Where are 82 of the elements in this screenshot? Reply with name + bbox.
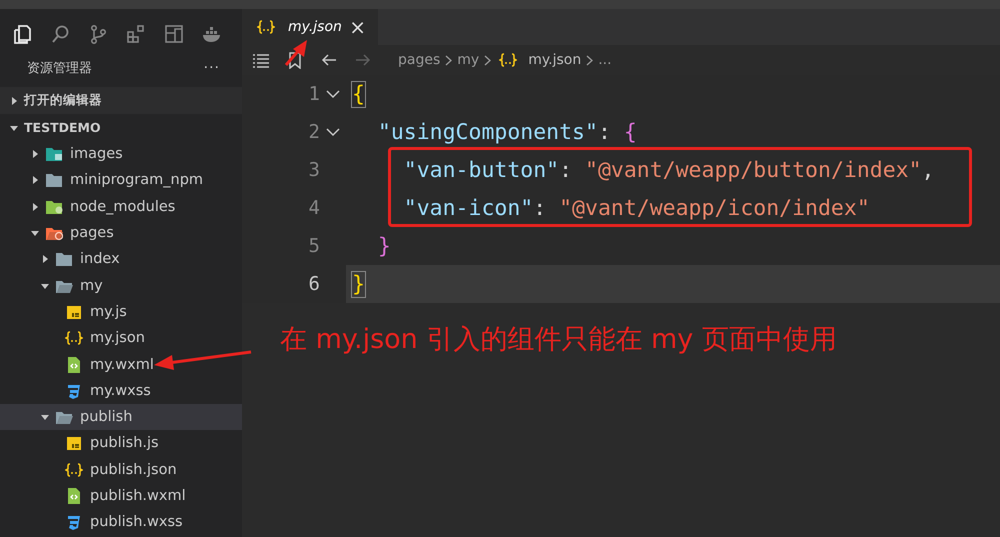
chevron-icon [586, 54, 594, 66]
file-name: publish [80, 409, 132, 426]
breadcrumb-link[interactable]: ... [598, 52, 612, 68]
code-line: } [376, 232, 392, 260]
file-name: publish.js [90, 435, 159, 452]
file-name: publish.wxss [90, 514, 183, 530]
panel-icon[interactable] [164, 24, 184, 44]
json-file-icon [65, 329, 83, 348]
line-number: 4 [308, 197, 320, 219]
js-file-icon [65, 434, 83, 452]
folder-icon [55, 250, 73, 268]
tree-item[interactable]: my.js [0, 298, 242, 326]
tree-item[interactable]: my [0, 272, 242, 299]
file-name: publish.json [90, 462, 177, 478]
caret-right-icon[interactable] [31, 150, 39, 158]
code-file-icon [65, 487, 83, 505]
editor-tab[interactable]: my.json × [242, 9, 378, 45]
tree-item[interactable]: publish [0, 404, 242, 430]
line-number: 1 [308, 83, 320, 105]
file-name: my.js [90, 304, 127, 320]
caret-down-icon[interactable] [41, 413, 49, 422]
tree-item[interactable]: publish.wxml [0, 482, 242, 510]
file-name: pages [70, 225, 114, 242]
tree-item[interactable]: miniprogram_npm [0, 167, 242, 194]
folder-icon [45, 145, 63, 164]
chevron-icon [445, 54, 452, 66]
code-line: "van-icon": "@vant/weapp/icon/index" [402, 194, 871, 222]
file-name: images [70, 146, 123, 162]
breadcrumb-link[interactable]: my [457, 52, 480, 68]
caret-right-icon[interactable] [31, 202, 39, 211]
caret-right-icon[interactable] [31, 176, 39, 184]
file-name: my [80, 278, 103, 294]
arrow [284, 40, 307, 66]
breadcrumb-link[interactable]: my.json [496, 51, 582, 69]
tree-item[interactable]: publish.json [0, 456, 242, 483]
file-name: index [80, 251, 120, 268]
section-header[interactable]: TESTDEMO [24, 120, 101, 135]
line-number: 3 [308, 159, 320, 181]
tree-item[interactable]: my.wxss [0, 378, 242, 404]
tree-item[interactable]: pages [0, 220, 242, 246]
file-name: node_modules [70, 198, 176, 215]
css-file-icon [65, 513, 83, 532]
line-number: 5 [308, 235, 320, 257]
breadcrumb-link[interactable]: pages [398, 52, 440, 68]
files-icon[interactable] [12, 24, 32, 44]
tree-item[interactable]: publish.js [0, 430, 242, 457]
tree-item[interactable]: publish.wxss [0, 509, 242, 536]
code-line: { [351, 80, 366, 108]
branch-icon[interactable] [88, 24, 108, 44]
folder-icon [45, 171, 63, 190]
tree-item[interactable]: my.json [0, 325, 242, 352]
json-file-icon [499, 51, 518, 69]
search-icon[interactable] [50, 24, 70, 44]
chevron-icon [484, 54, 492, 66]
file-name: my.json [90, 330, 145, 346]
sidebar-title: 资源管理器 [27, 60, 92, 77]
caret-down-icon[interactable] [31, 229, 39, 238]
caret-right-icon[interactable] [41, 255, 49, 264]
caret-right-icon[interactable] [10, 96, 18, 104]
code-line: "van-button": "@vant/weapp/button/index", [402, 156, 936, 184]
fold-chevron-icon[interactable] [326, 128, 340, 136]
tree-item[interactable]: index [0, 246, 242, 272]
line-number: 2 [308, 121, 320, 143]
caret-down-icon[interactable] [41, 282, 49, 290]
fold-chevron-icon[interactable] [326, 90, 340, 98]
code-file-icon [65, 356, 83, 374]
more-button[interactable]: ··· [204, 60, 220, 76]
blocks-icon[interactable] [126, 24, 146, 44]
file-name: miniprogram_npm [70, 172, 204, 188]
caret-down-icon[interactable] [10, 124, 18, 132]
file-name: publish.wxml [90, 488, 186, 504]
annotation-text: 在 my.json 引入的组件只能在 my 页面中使用 [279, 323, 838, 357]
close-button[interactable]: × [349, 17, 366, 37]
json-file-icon [257, 18, 275, 36]
tree-item[interactable]: my.wxml [0, 351, 242, 378]
code-line: "usingComponents": { [376, 118, 638, 146]
tree-item[interactable]: images [0, 141, 242, 168]
json-file-icon [65, 460, 83, 479]
tree-item[interactable]: node_modules [0, 194, 242, 220]
file-name: my.wxml [90, 356, 154, 373]
file-name: my.wxss [90, 382, 151, 399]
line-number: 6 [308, 273, 320, 295]
